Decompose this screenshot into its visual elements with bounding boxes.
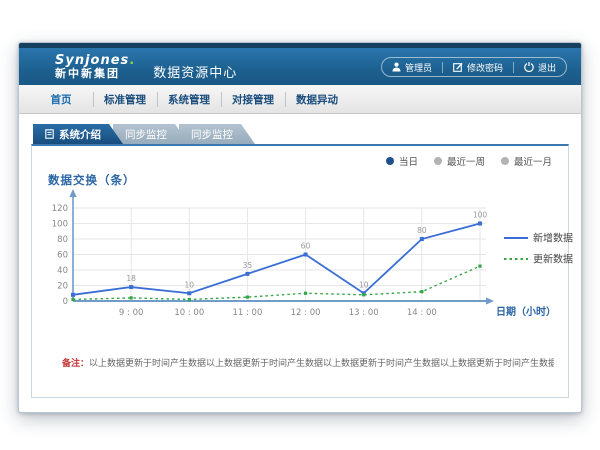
y-tick-label: 60 — [57, 251, 68, 261]
data-point — [304, 292, 307, 295]
y-tick-label: 120 — [52, 204, 68, 214]
brand-logo-en: Synjones. — [55, 54, 135, 68]
data-point — [304, 253, 308, 257]
data-point — [362, 293, 365, 296]
data-point-label: 80 — [417, 226, 427, 235]
data-point-label: 10 — [359, 280, 369, 289]
data-point — [187, 291, 191, 295]
user-name: 管理员 — [405, 61, 432, 74]
data-point — [71, 298, 74, 301]
x-tick-label: 13 : 00 — [349, 308, 379, 318]
y-tick-label: 20 — [57, 282, 68, 292]
data-point-label: 18 — [126, 274, 136, 283]
radio-label: 最近一月 — [514, 154, 552, 168]
data-point — [129, 285, 133, 289]
radio-label: 当日 — [399, 154, 418, 168]
radio-dot — [386, 157, 394, 165]
radio-dot — [501, 157, 509, 165]
app-window: Synjones. 新中新集团 数据资源中心 管理员 修改密码 — [18, 42, 582, 413]
x-tick-label: 14 : 00 — [407, 308, 437, 318]
filter-radio-today[interactable]: 当日 — [386, 154, 418, 168]
y-axis-arrow — [69, 189, 76, 197]
data-point-label: 100 — [473, 211, 488, 220]
data-point — [420, 237, 424, 241]
x-tick-label: 12 : 00 — [291, 308, 321, 318]
document-icon — [45, 129, 54, 139]
logo-dot: . — [129, 53, 135, 68]
tab-sync-monitor-2[interactable]: 同步监控 — [179, 124, 255, 144]
person-icon — [392, 62, 401, 72]
x-axis-title: 日期（小时） — [496, 305, 556, 318]
tab-bar: 系统介绍 同步监控 同步监控 — [33, 124, 569, 144]
radio-label: 最近一周 — [447, 154, 485, 168]
footer-note: 备注：以上数据更新于时间产生数据以上数据更新于时间产生数据以上数据更新于时间产生… — [62, 356, 554, 369]
data-point-label: 35 — [243, 261, 253, 270]
nav-item-interface-mgmt[interactable]: 对接管理 — [221, 85, 285, 113]
data-point — [245, 272, 249, 276]
time-range-filter: 当日 最近一周 最近一月 — [386, 154, 552, 168]
edit-icon — [453, 62, 463, 72]
nav-item-standard-mgmt[interactable]: 标准管理 — [93, 85, 157, 113]
change-password-button[interactable]: 修改密码 — [453, 61, 503, 74]
tab-label: 同步监控 — [191, 127, 233, 142]
chart-panel: 当日 最近一周 最近一月 数据交换（条） 0204060801001209 : … — [31, 144, 569, 398]
content-area: 系统介绍 同步监控 同步监控 当日 最近一周 — [19, 114, 581, 398]
y-tick-label: 0 — [63, 297, 68, 307]
data-point — [130, 296, 133, 299]
tab-label: 系统介绍 — [59, 127, 101, 142]
note-prefix: 备注： — [62, 359, 89, 369]
x-axis-arrow — [486, 297, 494, 304]
nav-item-home[interactable]: 首页 — [29, 85, 93, 113]
data-point — [188, 298, 191, 301]
user-bar-divider — [513, 62, 514, 73]
data-point-label: 10 — [185, 280, 195, 289]
change-password-label: 修改密码 — [467, 61, 503, 74]
logout-label: 退出 — [538, 61, 556, 74]
x-tick-label: 10 : 00 — [174, 308, 204, 318]
line-chart: 0 20 40 60 80 100 120 9 : 00 10 : 00 11 : 00 12 : … — [40, 186, 582, 338]
y-tick-label: 80 — [57, 235, 68, 245]
user-bar-divider — [442, 62, 443, 73]
y-tick-label: 100 — [52, 220, 68, 230]
x-tick-label: 9 : 00 — [119, 308, 143, 318]
app-header: Synjones. 新中新集团 数据资源中心 管理员 修改密码 — [19, 48, 581, 85]
data-point — [478, 222, 482, 226]
data-point — [420, 290, 423, 293]
data-point — [71, 293, 75, 297]
chart-plot: 0 20 40 60 80 100 120 9 : 00 10 : 00 11 : 00 12 : … — [40, 186, 582, 338]
nav-item-system-mgmt[interactable]: 系统管理 — [157, 85, 221, 113]
tab-system-intro[interactable]: 系统介绍 — [33, 124, 123, 144]
page-title: 数据资源中心 — [153, 62, 237, 81]
legend-label: 新增数据 — [533, 232, 573, 245]
x-tick-label: 11 : 00 — [232, 308, 262, 318]
user-bar: 管理员 修改密码 退出 — [381, 57, 567, 77]
radio-dot — [434, 157, 442, 165]
logout-button[interactable]: 退出 — [524, 61, 556, 74]
nav-item-data-change[interactable]: 数据异动 — [285, 85, 349, 113]
data-point-label: 60 — [301, 242, 311, 251]
user-button[interactable]: 管理员 — [392, 61, 432, 74]
filter-radio-last-month[interactable]: 最近一月 — [501, 154, 552, 168]
data-point — [246, 296, 249, 299]
tab-sync-monitor-1[interactable]: 同步监控 — [113, 124, 189, 144]
filter-radio-last-week[interactable]: 最近一周 — [434, 154, 485, 168]
legend-label: 更新数据 — [533, 253, 573, 266]
y-tick-label: 40 — [57, 266, 68, 276]
power-icon — [524, 62, 534, 72]
note-text: 以上数据更新于时间产生数据以上数据更新于时间产生数据以上数据更新于时间产生数据以… — [89, 359, 554, 369]
data-point — [478, 265, 481, 268]
main-nav: 首页 标准管理 系统管理 对接管理 数据异动 — [19, 85, 581, 114]
brand-logo-cn: 新中新集团 — [55, 68, 135, 80]
tab-label: 同步监控 — [125, 127, 167, 142]
brand-logo[interactable]: Synjones. 新中新集团 — [55, 54, 135, 79]
desktop-background: Synjones. 新中新集团 数据资源中心 管理员 修改密码 — [0, 0, 600, 450]
